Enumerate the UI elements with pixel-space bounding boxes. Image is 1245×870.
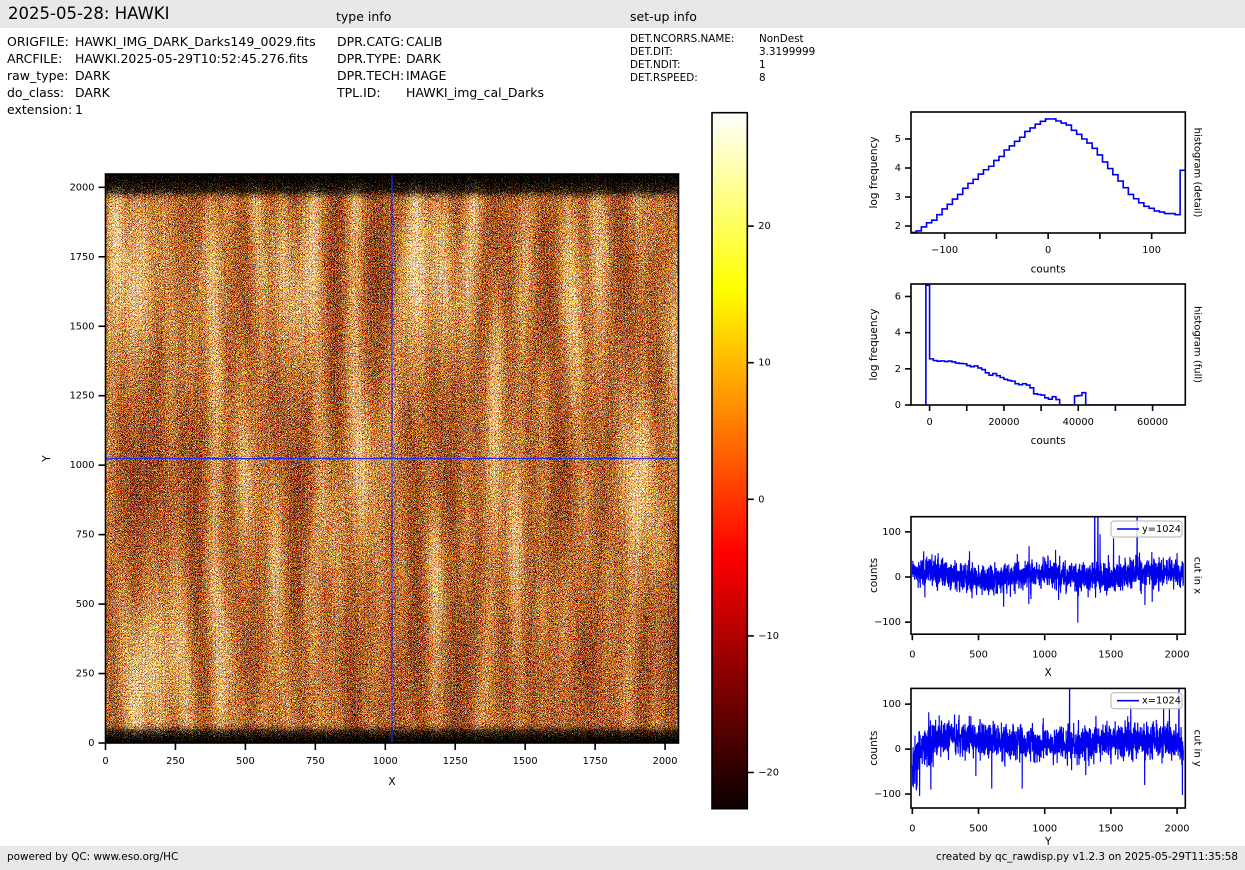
x-tick-label: 0	[909, 824, 915, 835]
y-tick-label: 0	[895, 572, 901, 583]
colorbar-tick-label: 20	[758, 221, 770, 232]
x-tick-label: 500	[969, 650, 988, 661]
x-tick-label: 1500	[1098, 824, 1123, 835]
y-tick-label: 6	[895, 291, 901, 302]
histogram-line	[926, 285, 1186, 405]
x-tick-label: 1000	[1032, 650, 1057, 661]
x-tick-label: 500	[236, 756, 255, 767]
colorbar-tick-label: −10	[758, 631, 779, 642]
x-tick-label: 60000	[1137, 417, 1168, 428]
y-tick-label: 1000	[70, 460, 95, 471]
x-axis-label: X	[1045, 667, 1052, 679]
y-tick-label: 2	[895, 364, 901, 375]
colorbar-tick-label: −20	[758, 768, 779, 779]
y-tick-label: 0	[895, 744, 901, 755]
y-tick-label: 0	[88, 738, 94, 749]
x-tick-label: 750	[306, 756, 325, 767]
x-tick-label: 2000	[653, 756, 678, 767]
side-label: histogram (full)	[1192, 306, 1203, 383]
x-tick-label: 2000	[1165, 824, 1190, 835]
axes-spines	[911, 112, 1185, 233]
y-tick-label: −100	[874, 789, 901, 800]
legend-label: y=1024	[1142, 524, 1181, 535]
footer-right: created by qc_rawdisp.py v1.2.3 on 2025-…	[936, 851, 1238, 863]
x-tick-label: −100	[931, 245, 958, 256]
x-tick-label: 1500	[1098, 650, 1123, 661]
x-tick-label: 1000	[1032, 824, 1057, 835]
y-tick-label: 100	[882, 527, 901, 538]
axes-overlay: 0250500750100012501500175020000250500750…	[0, 0, 1245, 870]
x-tick-label: 1000	[373, 756, 398, 767]
y-tick-label: 2000	[70, 182, 95, 193]
x-tick-label: 100	[1142, 245, 1161, 256]
legend-label: x=1024	[1142, 696, 1181, 707]
x-axis-label: counts	[1031, 264, 1066, 276]
colorbar: 20 10 0 −10 −20	[712, 113, 779, 809]
y-axis-label: counts	[868, 731, 880, 766]
y-tick-label: 1500	[70, 321, 95, 332]
colorbar-gradient	[712, 113, 747, 809]
y-tick-label: 1750	[70, 252, 95, 263]
footer-left: powered by QC: www.eso.org/HC	[7, 851, 178, 863]
y-tick-label: 500	[76, 599, 95, 610]
x-tick-label: 0	[909, 650, 915, 661]
y-tick-label: 2	[895, 221, 901, 232]
x-tick-label: 0	[1045, 245, 1051, 256]
colorbar-tick-label: 0	[758, 494, 764, 505]
y-tick-label: 5	[895, 134, 901, 145]
y-tick-label: 0	[895, 400, 901, 411]
histogram-line	[911, 119, 1185, 233]
y-tick-label: 750	[76, 530, 95, 541]
y-axis-label: counts	[868, 558, 880, 593]
x-tick-label: 40000	[1063, 417, 1094, 428]
chart-cut-x: 0 500 1000 1500 2000 −100 0 100 Xcounts cut in x y…	[868, 442, 1203, 680]
y-axis-label: Y	[41, 455, 53, 463]
side-label: histogram (detail)	[1192, 128, 1203, 218]
x-axis-label: counts	[1031, 435, 1066, 447]
y-axis-label: log frequency	[868, 136, 880, 208]
x-tick-label: 20000	[988, 417, 1019, 428]
axes-spines	[911, 284, 1185, 405]
y-tick-label: 1250	[70, 391, 95, 402]
x-tick-label: 1500	[513, 756, 538, 767]
x-tick-label: 0	[102, 756, 108, 767]
chart-hist-full: 0 20000 40000 60000 0 2 4 6 counts log frequency h…	[868, 284, 1203, 447]
x-tick-label: 2000	[1165, 650, 1190, 661]
x-tick-label: 1750	[583, 756, 608, 767]
y-tick-label: 4	[895, 163, 901, 174]
chart-hist-detail: −100 0 100 2 3 4 5 counts log frequency histogram…	[868, 112, 1203, 276]
y-tick-label: 100	[882, 699, 901, 710]
y-tick-label: 250	[76, 669, 95, 680]
x-axis-label: X	[388, 776, 395, 788]
qc-rawdisp-report: 2025-05-28: HAWKI type info set-up info …	[0, 0, 1245, 870]
x-tick-label: 0	[926, 417, 932, 428]
x-tick-label: 250	[166, 756, 185, 767]
x-tick-label: 1250	[443, 756, 468, 767]
colorbar-tick-label: 10	[758, 358, 770, 369]
side-label: cut in x	[1192, 557, 1203, 594]
y-tick-label: 4	[895, 328, 901, 339]
y-tick-label: 3	[895, 192, 901, 203]
side-label: cut in y	[1192, 730, 1203, 767]
x-tick-label: 500	[969, 824, 988, 835]
footer-band: powered by QC: www.eso.org/HC created by…	[0, 846, 1245, 870]
chart-main-image: 0 250 500 750 1000 1250 1500 1750 2000 0 250 500 750…	[41, 174, 679, 788]
y-tick-label: −100	[874, 617, 901, 628]
y-axis-label: log frequency	[868, 308, 880, 380]
